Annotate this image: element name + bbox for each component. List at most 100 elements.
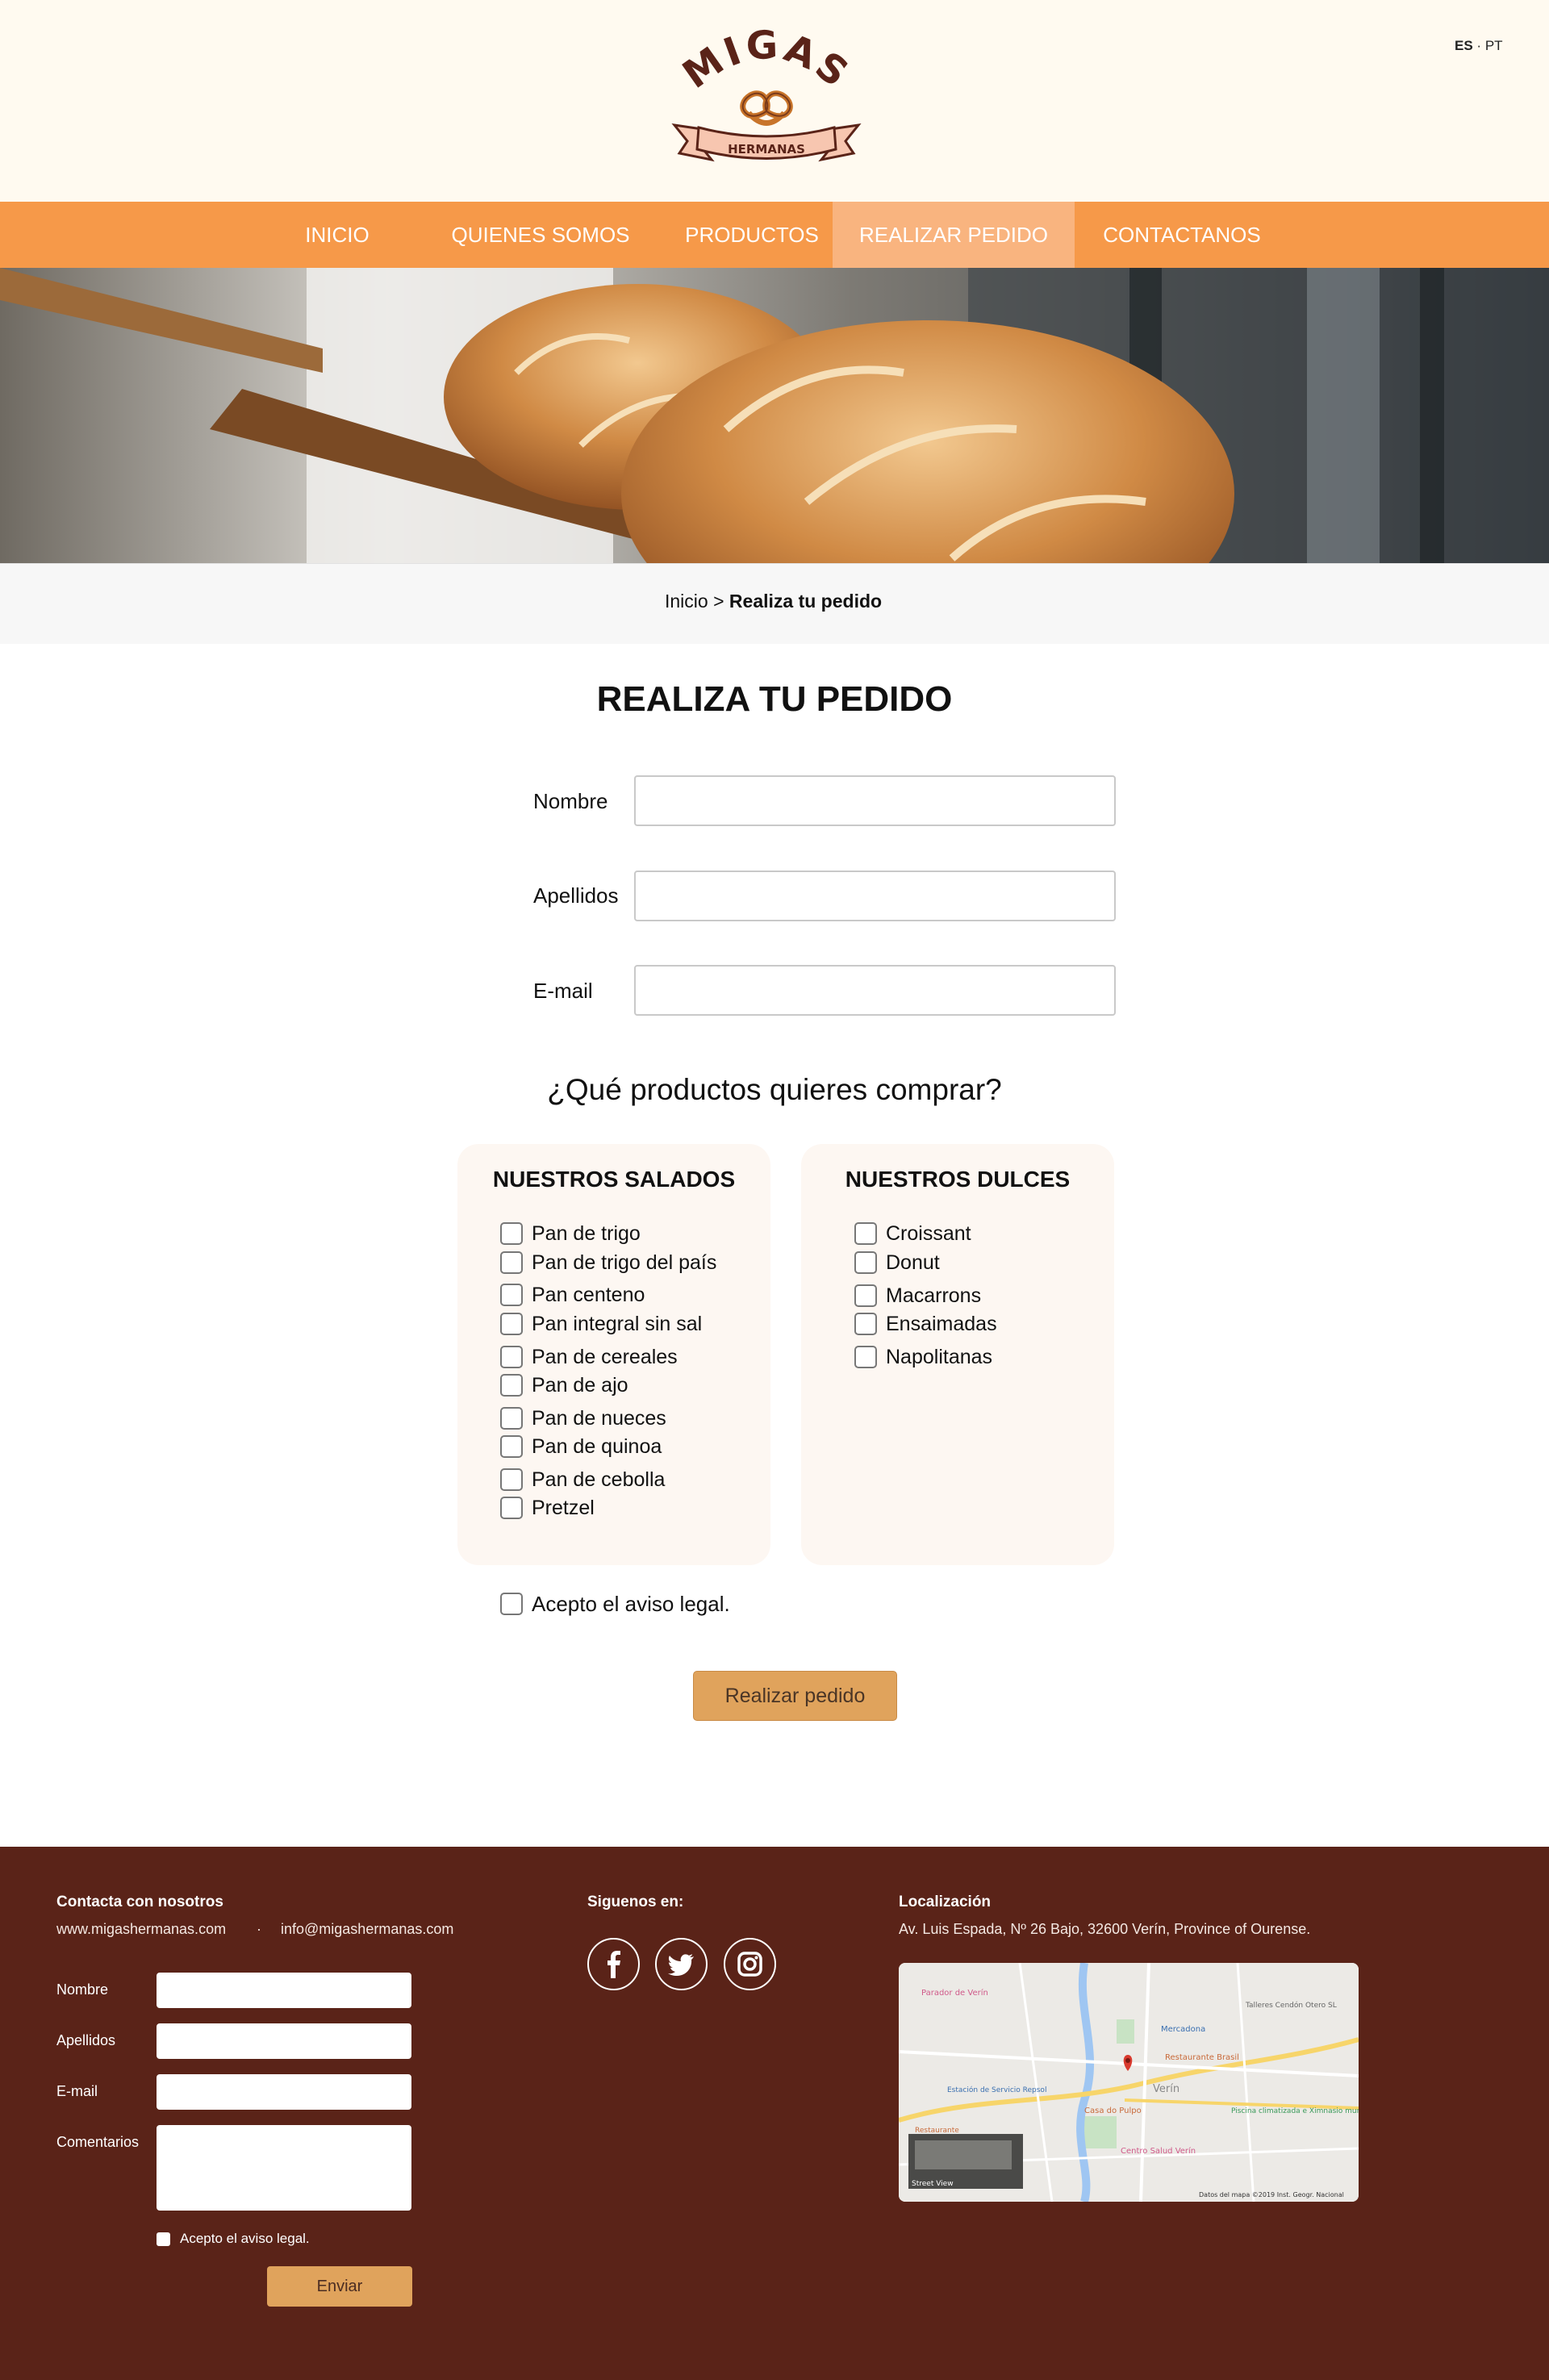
- checkbox-label: Pan de cebolla: [532, 1468, 666, 1491]
- nav-item-quienes-somos[interactable]: QUIENES SOMOS: [445, 202, 636, 268]
- checkbox-label: Pan de ajo: [532, 1373, 628, 1397]
- checkbox-box[interactable]: [500, 1407, 523, 1430]
- apellidos-label: Apellidos: [533, 883, 619, 908]
- legal-label: Acepto el aviso legal.: [532, 1591, 730, 1616]
- footer-legal-checkbox[interactable]: [157, 2232, 170, 2246]
- checkbox-label: Donut: [886, 1251, 940, 1274]
- footer-dot: ·: [257, 1921, 261, 1937]
- footer-address: Av. Luis Espada, Nº 26 Bajo, 32600 Verín…: [899, 1921, 1311, 1937]
- lang-pt-link[interactable]: PT: [1485, 38, 1503, 53]
- checkbox-label: Pan centeno: [532, 1283, 645, 1306]
- nav-item-inicio[interactable]: INICIO: [273, 202, 402, 268]
- footer-nombre-label: Nombre: [56, 1981, 109, 1998]
- nav-item-realizar-pedido[interactable]: REALIZAR PEDIDO: [833, 202, 1075, 268]
- checkbox-label: Macarrons: [886, 1284, 982, 1307]
- checkbox-box[interactable]: [500, 1468, 523, 1491]
- checkbox-pan-de-quinoa[interactable]: Pan de quinoa: [500, 1434, 662, 1459]
- breadcrumb-current: Realiza tu pedido: [729, 591, 883, 612]
- products-question: ¿Qué productos quieres comprar?: [547, 1073, 1002, 1106]
- checkbox-label: Croissant: [886, 1221, 971, 1245]
- footer-website-link[interactable]: www.migashermanas.com: [56, 1921, 226, 1938]
- footer-email-link[interactable]: info@migashermanas.com: [281, 1921, 453, 1938]
- checkbox-label: Pan de trigo del país: [532, 1251, 717, 1274]
- footer-legal-label: Acepto el aviso legal.: [180, 2231, 310, 2246]
- checkbox-pan-de-ajo[interactable]: Pan de ajo: [500, 1372, 628, 1398]
- svg-text:Estación de Servicio Repsol: Estación de Servicio Repsol: [947, 2086, 1046, 2094]
- svg-text:Mercadona: Mercadona: [1161, 2025, 1205, 2034]
- checkbox-croissant[interactable]: Croissant: [854, 1221, 971, 1246]
- email-label: E-mail: [533, 979, 593, 1003]
- checkbox-box[interactable]: [854, 1284, 877, 1307]
- checkbox-box[interactable]: [854, 1313, 877, 1335]
- footer-email-input[interactable]: [157, 2074, 411, 2110]
- svg-text:Street View: Street View: [912, 2180, 954, 2188]
- footer-social-title: Siguenos en:: [587, 1894, 684, 1910]
- checkbox-box[interactable]: [500, 1497, 523, 1519]
- svg-text:Parador de Verín: Parador de Verín: [921, 1988, 988, 1998]
- checkbox-box[interactable]: [500, 1222, 523, 1245]
- nav-item-contactanos[interactable]: CONTACTANOS: [1097, 202, 1267, 268]
- checkbox-label: Pan integral sin sal: [532, 1312, 703, 1335]
- checkbox-pan-de-trigo-del-pais[interactable]: Pan de trigo del país: [500, 1250, 716, 1276]
- checkbox-box[interactable]: [500, 1313, 523, 1335]
- twitter-icon[interactable]: [655, 1938, 708, 1990]
- footer-email-label: E-mail: [56, 2083, 98, 2099]
- svg-text:MIGAS: MIGAS: [674, 24, 858, 98]
- location-map[interactable]: Parador de Verín Talleres Cendón Otero S…: [899, 1963, 1359, 2202]
- svg-text:Talleres Cendón Otero SL: Talleres Cendón Otero SL: [1245, 2001, 1337, 2010]
- checkbox-label: Pan de nueces: [532, 1406, 666, 1430]
- checkbox-donut[interactable]: Donut: [854, 1250, 940, 1276]
- checkbox-box[interactable]: [500, 1251, 523, 1274]
- checkbox-pan-de-cereales[interactable]: Pan de cereales: [500, 1344, 678, 1370]
- breadcrumb: Inicio > Realiza tu pedido: [0, 563, 1549, 644]
- legal-checkbox[interactable]: Acepto el aviso legal.: [500, 1591, 730, 1617]
- lang-es-link[interactable]: ES: [1455, 38, 1473, 53]
- checkbox-box[interactable]: [500, 1284, 523, 1306]
- footer-comentarios-textarea[interactable]: [157, 2125, 411, 2211]
- hero-bread-image: [0, 268, 1549, 563]
- site-header: MIGAS HERMANAS ES · PT: [0, 0, 1549, 202]
- checkbox-box[interactable]: [500, 1435, 523, 1458]
- checkbox-pan-centeno[interactable]: Pan centeno: [500, 1282, 645, 1308]
- svg-text:Restaurante: Restaurante: [915, 2127, 959, 2135]
- checkbox-box[interactable]: [854, 1222, 877, 1245]
- footer-apellidos-input[interactable]: [157, 2023, 411, 2059]
- instagram-icon[interactable]: [724, 1938, 776, 1990]
- breadcrumb-home-link[interactable]: Inicio: [665, 591, 708, 612]
- footer-comentarios-label: Comentarios: [56, 2134, 140, 2150]
- lang-separator: ·: [1476, 38, 1482, 53]
- checkbox-pan-de-cebolla[interactable]: Pan de cebolla: [500, 1467, 665, 1493]
- checkbox-label: Pan de cereales: [532, 1345, 678, 1368]
- nav-item-productos[interactable]: PRODUCTOS: [680, 202, 824, 268]
- svg-text:Casa do Pulpo: Casa do Pulpo: [1084, 2107, 1142, 2115]
- facebook-icon[interactable]: [587, 1938, 640, 1990]
- checkbox-pan-de-nueces[interactable]: Pan de nueces: [500, 1405, 666, 1431]
- checkbox-box[interactable]: [500, 1374, 523, 1397]
- migas-hermanas-logo[interactable]: MIGAS HERMANAS: [670, 24, 863, 177]
- checkbox-ensaimadas[interactable]: Ensaimadas: [854, 1311, 997, 1337]
- footer-nombre-input[interactable]: [157, 1973, 411, 2008]
- checkbox-box[interactable]: [500, 1593, 523, 1615]
- nombre-label: Nombre: [533, 789, 608, 813]
- language-switcher: ES · PT: [1455, 38, 1503, 54]
- footer-enviar-button[interactable]: Enviar: [267, 2266, 412, 2307]
- page-title: REALIZA TU PEDIDO: [596, 679, 953, 719]
- checkbox-box[interactable]: [500, 1346, 523, 1368]
- checkbox-box[interactable]: [854, 1346, 877, 1368]
- checkbox-pan-integral-sin-sal[interactable]: Pan integral sin sal: [500, 1311, 702, 1337]
- svg-text:Verín: Verín: [1153, 2083, 1179, 2095]
- checkbox-napolitanas[interactable]: Napolitanas: [854, 1344, 992, 1370]
- svg-text:Restaurante Brasil: Restaurante Brasil: [1165, 2053, 1239, 2062]
- svg-text:HERMANAS: HERMANAS: [728, 142, 805, 157]
- nombre-input[interactable]: [634, 775, 1116, 826]
- checkbox-macarrons[interactable]: Macarrons: [854, 1283, 981, 1309]
- footer-apellidos-label: Apellidos: [56, 2032, 116, 2048]
- footer-contact-title: Contacta con nosotros: [56, 1894, 223, 1910]
- email-input[interactable]: [634, 965, 1116, 1016]
- checkbox-box[interactable]: [854, 1251, 877, 1274]
- checkbox-pan-de-trigo[interactable]: Pan de trigo: [500, 1221, 641, 1246]
- checkbox-pretzel[interactable]: Pretzel: [500, 1495, 595, 1521]
- checkbox-label: Napolitanas: [886, 1345, 993, 1368]
- apellidos-input[interactable]: [634, 871, 1116, 921]
- realizar-pedido-button[interactable]: Realizar pedido: [693, 1671, 897, 1721]
